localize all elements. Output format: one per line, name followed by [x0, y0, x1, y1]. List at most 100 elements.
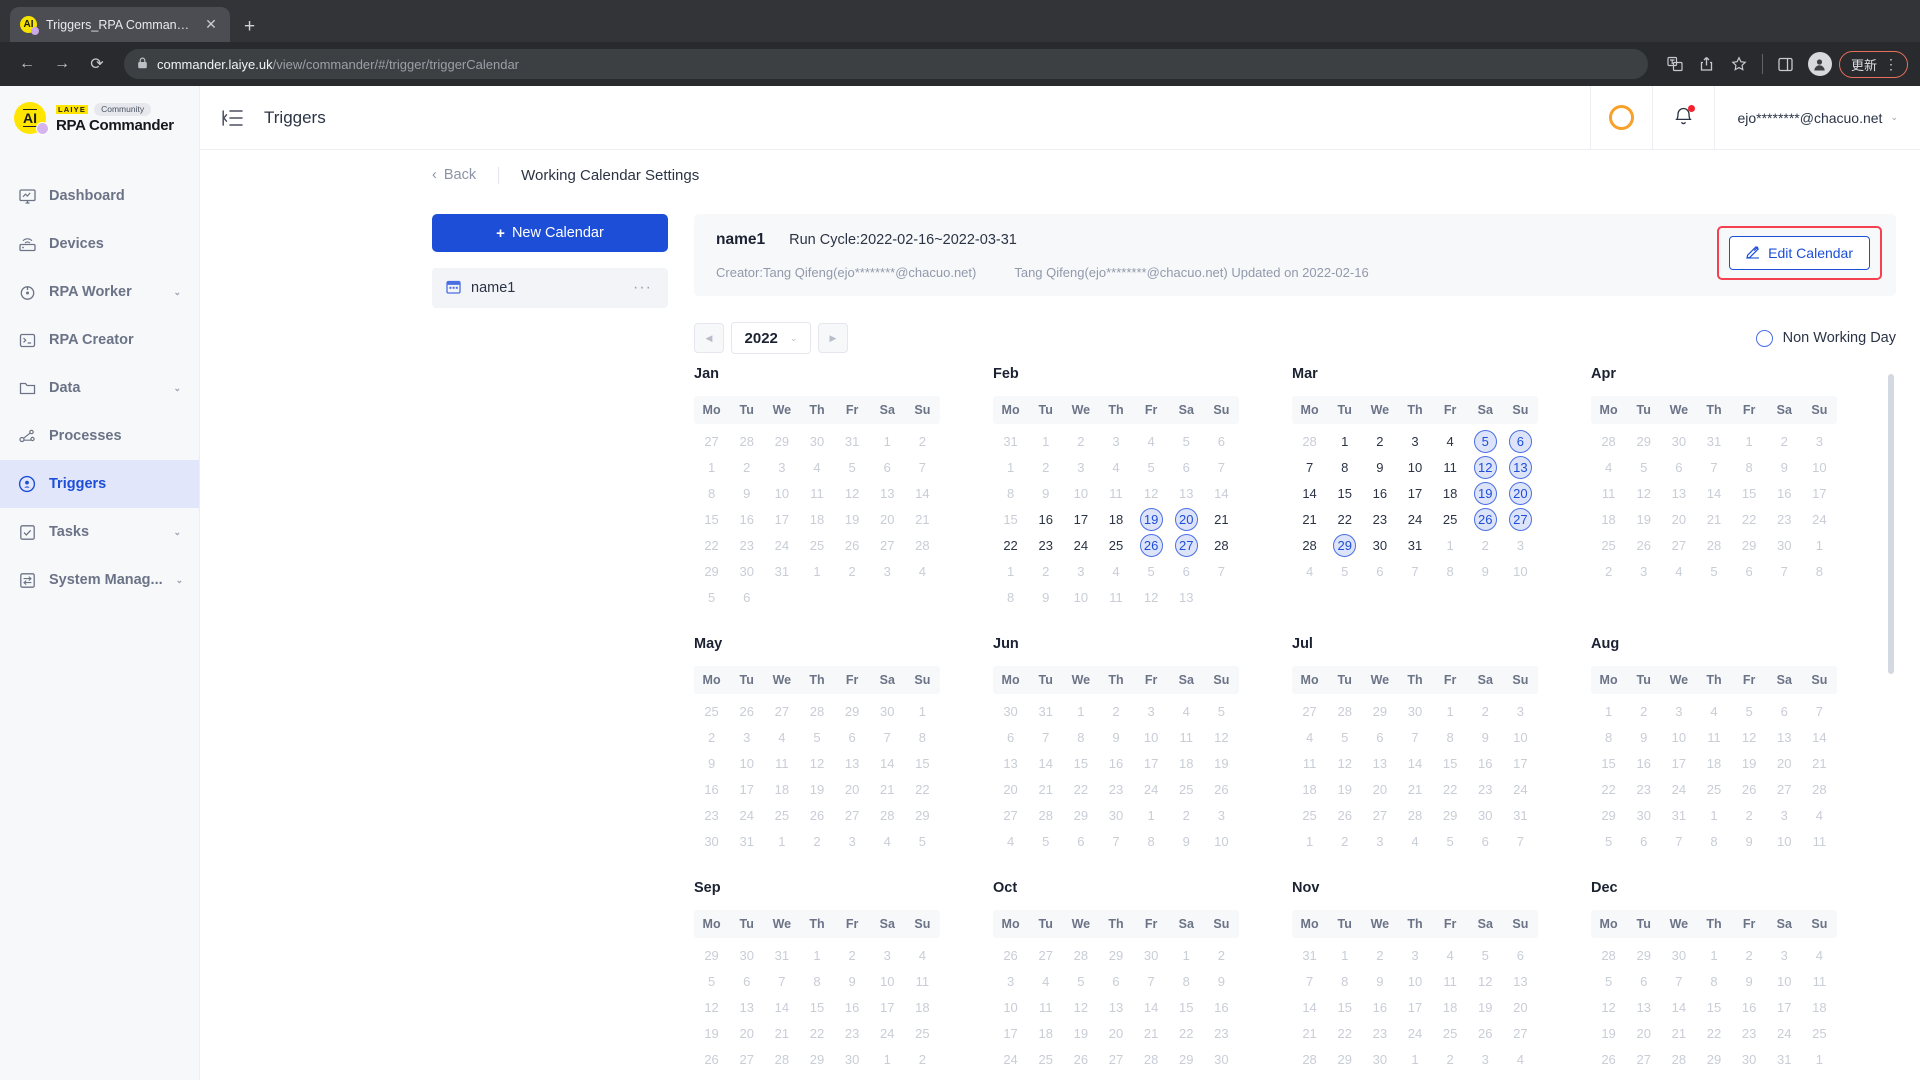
day-cell[interactable]: 21: [1028, 776, 1063, 802]
day-cell[interactable]: 23: [1626, 776, 1661, 802]
day-cell-adjacent[interactable]: 2: [1063, 428, 1098, 454]
day-cell[interactable]: 4: [1292, 724, 1327, 750]
day-cell[interactable]: 19: [1204, 750, 1239, 776]
day-cell[interactable]: 24: [1661, 776, 1696, 802]
day-cell[interactable]: 10: [993, 994, 1028, 1020]
day-cell-adjacent[interactable]: 31: [835, 428, 870, 454]
back-button[interactable]: ‹ Back: [432, 167, 476, 183]
day-cell[interactable]: 2: [1204, 942, 1239, 968]
day-cell[interactable]: 26: [1468, 1020, 1503, 1046]
day-cell[interactable]: 13: [1169, 480, 1204, 506]
day-cell-adjacent[interactable]: 2: [905, 428, 940, 454]
day-cell[interactable]: 22: [1063, 776, 1098, 802]
day-cell[interactable]: 31: [764, 558, 799, 584]
day-cell[interactable]: 31: [1767, 1046, 1802, 1072]
day-cell[interactable]: 30: [1362, 532, 1397, 558]
day-cell-adjacent[interactable]: 2: [1591, 558, 1626, 584]
day-cell[interactable]: 4: [1696, 698, 1731, 724]
day-cell[interactable]: 19: [694, 1020, 729, 1046]
day-cell-adjacent[interactable]: 8: [1397, 1072, 1432, 1080]
day-cell[interactable]: 20: [1626, 1020, 1661, 1046]
notification-bell-icon[interactable]: [1652, 86, 1714, 149]
day-cell-adjacent[interactable]: 10: [1204, 828, 1239, 854]
day-cell[interactable]: 19: [799, 776, 834, 802]
day-cell[interactable]: 28: [870, 802, 905, 828]
user-menu[interactable]: ejo********@chacuo.net ⌄: [1714, 86, 1920, 149]
day-cell[interactable]: 19: [1591, 1020, 1626, 1046]
day-cell[interactable]: 25: [799, 532, 834, 558]
day-cell[interactable]: 25: [1028, 1046, 1063, 1072]
day-cell-adjacent[interactable]: 4: [1802, 802, 1837, 828]
day-cell[interactable]: 9: [1626, 724, 1661, 750]
day-cell[interactable]: 7: [870, 724, 905, 750]
day-cell-adjacent[interactable]: 2: [1169, 802, 1204, 828]
scrollbar[interactable]: [1888, 374, 1894, 1072]
day-cell[interactable]: 14: [1134, 994, 1169, 1020]
day-cell[interactable]: 7: [1661, 968, 1696, 994]
day-cell-adjacent[interactable]: 11: [1503, 1072, 1538, 1080]
day-cell-adjacent[interactable]: 6: [729, 584, 764, 610]
day-cell-adjacent[interactable]: 28: [799, 698, 834, 724]
day-cell-adjacent[interactable]: 1: [1802, 532, 1837, 558]
day-cell[interactable]: 9: [1362, 968, 1397, 994]
day-cell[interactable]: 12: [835, 480, 870, 506]
day-cell[interactable]: 14: [1696, 480, 1731, 506]
day-cell[interactable]: 2: [1626, 698, 1661, 724]
day-cell[interactable]: 10: [1503, 724, 1538, 750]
day-cell-adjacent[interactable]: 28: [1063, 942, 1098, 968]
day-cell-adjacent[interactable]: 1: [1134, 802, 1169, 828]
day-cell-adjacent[interactable]: 29: [1626, 942, 1661, 968]
day-cell-adjacent[interactable]: 30: [1397, 698, 1432, 724]
day-cell[interactable]: 30: [1204, 1046, 1239, 1072]
day-cell[interactable]: 1: [1327, 428, 1362, 454]
day-cell[interactable]: 24: [764, 532, 799, 558]
day-cell[interactable]: 4: [1169, 698, 1204, 724]
day-cell[interactable]: 10: [1802, 454, 1837, 480]
day-cell-adjacent[interactable]: 2: [1468, 532, 1503, 558]
day-cell[interactable]: 11: [1028, 994, 1063, 1020]
day-cell[interactable]: 3: [1767, 942, 1802, 968]
day-cell[interactable]: 14: [1204, 480, 1239, 506]
day-cell[interactable]: 20: [1767, 750, 1802, 776]
day-cell[interactable]: 7: [1292, 968, 1327, 994]
day-cell-adjacent[interactable]: 26: [993, 942, 1028, 968]
day-cell-adjacent[interactable]: 2: [835, 558, 870, 584]
day-cell-adjacent[interactable]: 28: [1591, 942, 1626, 968]
day-cell[interactable]: 9: [835, 968, 870, 994]
day-cell[interactable]: 6: [870, 454, 905, 480]
day-cell-adjacent[interactable]: 7: [1661, 828, 1696, 854]
day-cell-adjacent[interactable]: 9: [1028, 584, 1063, 610]
day-cell-adjacent[interactable]: 1: [1696, 802, 1731, 828]
day-cell[interactable]: 11: [1169, 724, 1204, 750]
day-cell[interactable]: 8: [993, 480, 1028, 506]
day-cell[interactable]: 6: [1626, 968, 1661, 994]
day-cell[interactable]: 11: [1292, 750, 1327, 776]
day-cell[interactable]: 12: [1327, 750, 1362, 776]
day-cell-adjacent[interactable]: 30: [1661, 428, 1696, 454]
day-cell-adjacent[interactable]: 1: [993, 558, 1028, 584]
day-cell[interactable]: 17: [1661, 750, 1696, 776]
day-cell[interactable]: 2: [1732, 942, 1767, 968]
day-cell-adjacent[interactable]: 27: [1292, 698, 1327, 724]
day-cell[interactable]: 3: [1503, 698, 1538, 724]
day-cell[interactable]: 5: [1063, 968, 1098, 994]
day-cell[interactable]: 21: [905, 506, 940, 532]
day-cell-adjacent[interactable]: 2: [1063, 1072, 1098, 1080]
prev-year-button[interactable]: ◀: [694, 323, 724, 353]
day-cell-adjacent[interactable]: 1: [764, 828, 799, 854]
day-cell[interactable]: 8: [1327, 454, 1362, 480]
day-cell[interactable]: 21: [1696, 506, 1731, 532]
day-cell-adjacent[interactable]: 29: [694, 942, 729, 968]
day-cell[interactable]: 4: [1028, 968, 1063, 994]
day-cell[interactable]: 11: [1591, 480, 1626, 506]
day-cell[interactable]: 12: [1591, 994, 1626, 1020]
day-cell[interactable]: 5: [1591, 968, 1626, 994]
day-cell-adjacent[interactable]: 30: [993, 698, 1028, 724]
day-cell[interactable]: 31: [1661, 802, 1696, 828]
day-cell-adjacent[interactable]: 3: [1626, 558, 1661, 584]
day-cell-adjacent[interactable]: 6: [1063, 828, 1098, 854]
scrollbar-thumb[interactable]: [1888, 374, 1894, 674]
day-cell[interactable]: 1: [1169, 942, 1204, 968]
day-cell-adjacent[interactable]: 8: [1802, 1072, 1837, 1080]
day-cell[interactable]: 23: [1362, 506, 1397, 532]
